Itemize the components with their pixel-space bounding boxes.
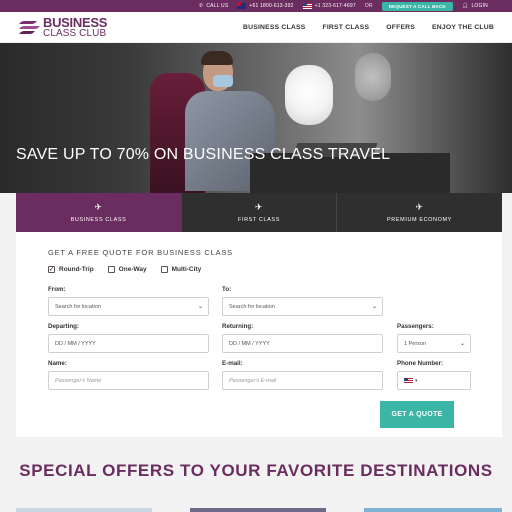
- hero-title: SAVE UP TO 70% ON BUSINESS CLASS TRAVEL: [16, 146, 391, 163]
- tab-label: FIRST CLASS: [238, 216, 280, 223]
- chevron-down-icon: ⌄: [459, 341, 465, 347]
- phone-label: Phone Number:: [397, 360, 444, 367]
- phone-au-link[interactable]: +61 1800-613-392: [237, 3, 293, 9]
- departing-date-input[interactable]: DD / MM / YYYY: [48, 334, 209, 353]
- chevron-down-icon: ⌄: [371, 304, 377, 310]
- returning-placeholder: DD / MM / YYYY: [229, 340, 270, 347]
- phone-us-link[interactable]: +1 323-617-4697: [302, 3, 356, 9]
- nav-business-class[interactable]: BUSINESS CLASS: [243, 24, 305, 31]
- hero-banner: [0, 43, 512, 193]
- offer-card-preview[interactable]: [190, 508, 326, 512]
- logo-line1: BUSINESS: [43, 14, 108, 30]
- cabin-tabs: ✈ BUSINESS CLASS ✈ FIRST CLASS ✈ PREMIUM…: [16, 193, 502, 232]
- offer-card-preview[interactable]: [16, 508, 152, 512]
- hero-window: [285, 65, 333, 125]
- phone-us-number: +1 323-617-4697: [314, 3, 356, 9]
- returning-label: Returning:: [222, 323, 254, 330]
- tab-label: BUSINESS CLASS: [70, 216, 127, 223]
- get-a-quote-button[interactable]: GET A QUOTE: [380, 401, 454, 428]
- login-label: LOGIN: [471, 3, 488, 9]
- one-way-label: One-Way: [118, 266, 147, 273]
- to-select[interactable]: Search for location ⌄: [222, 297, 383, 316]
- departing-label: Departing:: [48, 323, 79, 330]
- to-placeholder: Search for location: [229, 303, 275, 310]
- from-label: From:: [48, 286, 66, 293]
- name-label: Name:: [48, 360, 67, 367]
- to-label: To:: [222, 286, 232, 293]
- logo-line2: CLASS CLUB: [43, 27, 107, 39]
- plane-icon: ✈: [94, 201, 103, 212]
- plane-icon: ✈: [254, 201, 264, 212]
- or-text: OR: [364, 3, 373, 9]
- from-select[interactable]: Search for location ⌄: [48, 297, 209, 316]
- passengers-label: Passengers:: [397, 323, 434, 330]
- call-us-label: CALL US: [206, 3, 229, 9]
- checkbox-checked-icon[interactable]: ✓: [48, 266, 55, 273]
- top-bar: ✆ CALL US +61 1800-613-392 +1 323-617-46…: [0, 0, 512, 12]
- user-icon: 👤︎: [461, 3, 469, 9]
- tab-business-class[interactable]: ✈ BUSINESS CLASS: [16, 193, 182, 232]
- multi-city-option[interactable]: Multi-City: [160, 266, 202, 273]
- passengers-select[interactable]: 1 Person ⌄: [397, 334, 471, 353]
- caret-down-icon: ▾: [415, 377, 418, 384]
- logo[interactable]: BUSINESS CLASS CLUB: [18, 16, 107, 39]
- nav-offers[interactable]: OFFERS: [386, 24, 415, 31]
- email-input[interactable]: Passenger's E-mail: [222, 371, 383, 390]
- returning-date-input[interactable]: DD / MM / YYYY: [222, 334, 383, 353]
- login-link[interactable]: 👤︎ LOGIN: [462, 3, 488, 9]
- round-trip-label: Round-Trip: [59, 266, 94, 273]
- call-us[interactable]: ✆ CALL US: [199, 3, 228, 9]
- checkbox-icon[interactable]: [160, 266, 168, 273]
- tab-label: PREMIUM ECONOMY: [387, 216, 452, 223]
- us-flag-icon: [302, 3, 312, 9]
- plane-icon: ✈: [415, 201, 424, 212]
- email-label: E-mail:: [222, 360, 243, 367]
- phone-au-number: +61 1800-613-392: [249, 3, 294, 9]
- chevron-down-icon: ⌄: [197, 304, 203, 310]
- hero-window-rear: [355, 53, 391, 101]
- nav-first-class[interactable]: FIRST CLASS: [322, 24, 369, 31]
- us-flag-icon: [404, 377, 413, 384]
- nav-enjoy-the-club[interactable]: ENJOY THE CLUB: [432, 24, 494, 31]
- request-callback-button[interactable]: REQUEST A CALL BACK: [381, 1, 453, 11]
- site-header: BUSINESS CLASS CLUB BUSINESS CLASS FIRST…: [0, 12, 512, 43]
- country-code-select[interactable]: ▾: [404, 377, 418, 384]
- special-offers-title: SPECIAL OFFERS TO YOUR FAVORITE DESTINAT…: [19, 461, 493, 480]
- departing-placeholder: DD / MM / YYYY: [55, 340, 96, 347]
- logo-mark-icon: [18, 17, 40, 37]
- name-placeholder: Passenger's Name: [55, 377, 102, 384]
- trip-type-options: ✓ Round-Trip One-Way Multi-City: [48, 266, 201, 273]
- tab-first-class[interactable]: ✈ FIRST CLASS: [182, 193, 337, 232]
- passengers-value: 1 Person: [404, 340, 427, 347]
- multi-city-label: Multi-City: [171, 266, 202, 273]
- tab-premium-economy[interactable]: ✈ PREMIUM ECONOMY: [337, 193, 502, 232]
- offer-card-preview[interactable]: [364, 508, 502, 512]
- round-trip-option[interactable]: ✓ Round-Trip: [48, 266, 94, 273]
- australia-flag-icon: [237, 3, 247, 9]
- phone-icon: ✆: [198, 3, 204, 9]
- phone-input[interactable]: ▾: [397, 371, 471, 390]
- email-placeholder: Passenger's E-mail: [229, 377, 277, 384]
- one-way-option[interactable]: One-Way: [107, 266, 147, 273]
- quote-form: GET A FREE QUOTE FOR BUSINESS CLASS ✓ Ro…: [16, 232, 502, 437]
- from-placeholder: Search for location: [55, 303, 101, 310]
- main-nav: BUSINESS CLASS FIRST CLASS OFFERS ENJOY …: [243, 24, 494, 31]
- form-title: GET A FREE QUOTE FOR BUSINESS CLASS: [48, 248, 233, 257]
- name-input[interactable]: Passenger's Name: [48, 371, 209, 390]
- checkbox-icon[interactable]: [107, 266, 115, 273]
